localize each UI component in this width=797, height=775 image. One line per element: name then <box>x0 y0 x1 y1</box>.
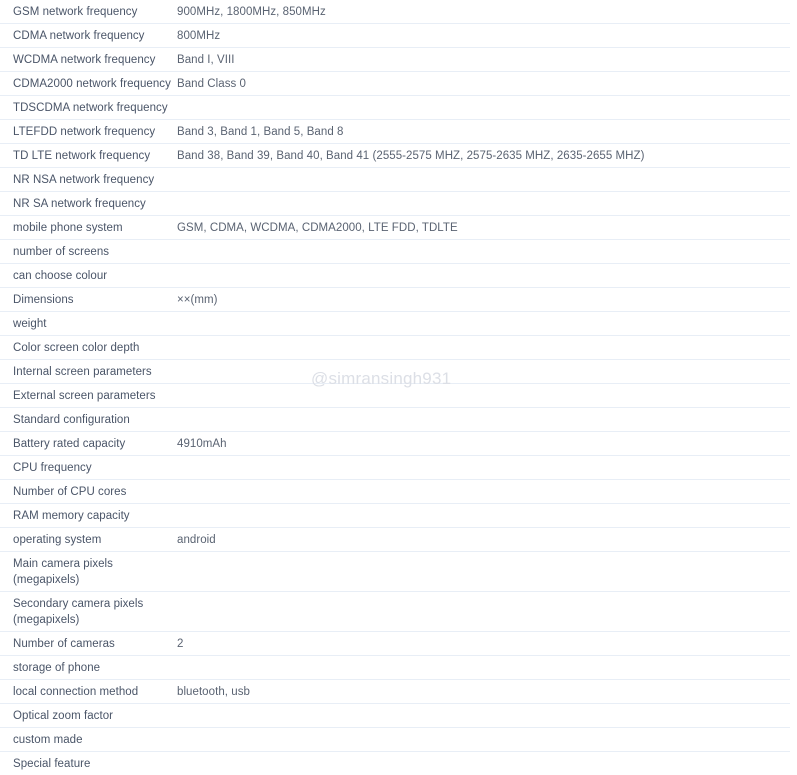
table-row: CDMA network frequency 800MHz <box>0 24 790 48</box>
table-row: CPU frequency <box>0 456 790 480</box>
spec-label: TD LTE network frequency <box>13 150 151 162</box>
spec-label: Secondary camera pixels (megapixels) <box>13 598 144 626</box>
table-row: Color screen color depth <box>0 336 790 360</box>
spec-label: Color screen color depth <box>13 342 140 354</box>
spec-label: NR NSA network frequency <box>13 174 155 186</box>
table-row: operating system android <box>0 528 790 552</box>
table-row: WCDMA network frequency Band I, VIII <box>0 48 790 72</box>
table-row: custom made <box>0 728 790 752</box>
table-row: weight <box>0 312 790 336</box>
spec-value: 4910mAh <box>177 438 227 450</box>
spec-label: TDSCDMA network frequency <box>13 102 168 114</box>
table-row: NR SA network frequency <box>0 192 790 216</box>
spec-label: mobile phone system <box>13 222 123 234</box>
spec-label: LTEFDD network frequency <box>13 126 156 138</box>
table-row: TD LTE network frequency Band 38, Band 39… <box>0 144 790 168</box>
table-row: RAM memory capacity <box>0 504 790 528</box>
spec-label: External screen parameters <box>13 390 156 402</box>
spec-label: Optical zoom factor <box>13 710 114 722</box>
spec-value: ××(mm) <box>177 294 218 306</box>
spec-label: RAM memory capacity <box>13 510 130 522</box>
table-row: Secondary camera pixels (megapixels) <box>0 592 790 632</box>
spec-value: android <box>177 534 216 546</box>
table-row: CDMA2000 network frequency Band Class 0 <box>0 72 790 96</box>
table-row: Dimensions ××(mm) <box>0 288 790 312</box>
table-row: GSM network frequency 900MHz, 1800MHz, 85… <box>0 0 790 24</box>
table-row: mobile phone system GSM, CDMA, WCDMA, CDM… <box>0 216 790 240</box>
table-row: Standard configuration <box>0 408 790 432</box>
spec-label: custom made <box>13 734 83 746</box>
spec-label: Special feature <box>13 758 91 770</box>
spec-label: CPU frequency <box>13 462 92 474</box>
spec-label: can choose colour <box>13 270 108 282</box>
spec-value: Band 3, Band 1, Band 5, Band 8 <box>177 126 344 138</box>
table-row: Main camera pixels (megapixels) <box>0 552 790 592</box>
table-row: number of screens <box>0 240 790 264</box>
spec-label: NR SA network frequency <box>13 198 146 210</box>
spec-value: 800MHz <box>177 30 221 42</box>
spec-label: local connection method <box>13 686 139 698</box>
spec-label: number of screens <box>13 246 110 258</box>
spec-label: CDMA2000 network frequency <box>13 78 171 90</box>
table-row: TDSCDMA network frequency <box>0 96 790 120</box>
spec-value: Band I, VIII <box>177 54 235 66</box>
table-row: local connection method bluetooth, usb <box>0 680 790 704</box>
table-row: Number of CPU cores <box>0 480 790 504</box>
spec-value: GSM, CDMA, WCDMA, CDMA2000, LTE FDD, TDL… <box>177 222 458 234</box>
spec-label: Main camera pixels (megapixels) <box>13 558 113 586</box>
table-row: Battery rated capacity 4910mAh <box>0 432 790 456</box>
table-row: storage of phone <box>0 656 790 680</box>
spec-label: WCDMA network frequency <box>13 54 156 66</box>
spec-label: Number of CPU cores <box>13 486 127 498</box>
specification-table: GSM network frequency 900MHz, 1800MHz, 85… <box>0 0 797 775</box>
table-row: NR NSA network frequency <box>0 168 790 192</box>
spec-label: CDMA network frequency <box>13 30 145 42</box>
table-row: Number of cameras 2 <box>0 632 790 656</box>
spec-label: Number of cameras <box>13 638 115 650</box>
spec-value: bluetooth, usb <box>177 686 250 698</box>
spec-label: storage of phone <box>13 662 101 674</box>
spec-label: operating system <box>13 534 102 546</box>
table-row: Optical zoom factor <box>0 704 790 728</box>
spec-label: Battery rated capacity <box>13 438 126 450</box>
spec-label: weight <box>13 318 47 330</box>
table-row: External screen parameters <box>0 384 790 408</box>
spec-label: Standard configuration <box>13 414 130 426</box>
table-row: can choose colour <box>0 264 790 288</box>
spec-value: Band Class 0 <box>177 78 246 90</box>
table-row: LTEFDD network frequency Band 3, Band 1, … <box>0 120 790 144</box>
spec-label: Internal screen parameters <box>13 366 152 378</box>
spec-value: 2 <box>177 638 184 650</box>
spec-value: 900MHz, 1800MHz, 850MHz <box>177 6 326 18</box>
spec-value: Band 38, Band 39, Band 40, Band 41 (2555… <box>177 150 645 162</box>
spec-label: Dimensions <box>13 294 74 306</box>
table-row: Special feature <box>0 752 790 775</box>
spec-label: GSM network frequency <box>13 6 138 18</box>
table-row: Internal screen parameters <box>0 360 790 384</box>
